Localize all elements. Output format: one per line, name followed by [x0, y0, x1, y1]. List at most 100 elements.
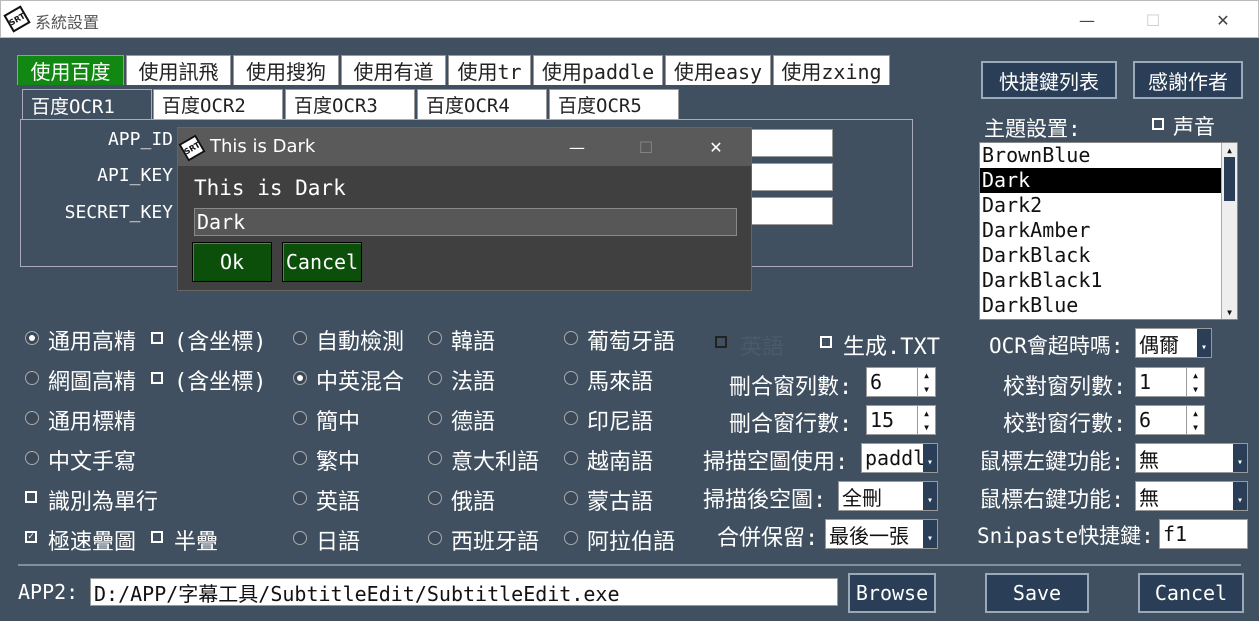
minimize-button[interactable]: — — [1064, 1, 1110, 39]
after-blank-label: 掃描後空圖: — [703, 488, 827, 513]
snipaste-input[interactable]: f1 — [1159, 519, 1248, 549]
radio-lang-korean[interactable] — [428, 331, 442, 345]
app2-label: APP2: — [18, 580, 79, 604]
api-key-label: API_KEY — [97, 165, 173, 186]
mouse-left-dropdown[interactable]: 無 ▾ — [1135, 443, 1248, 473]
theme-item-selected[interactable]: Dark — [980, 168, 1237, 193]
tab-sogou[interactable]: 使用搜狗 — [233, 55, 339, 85]
spin-up-icon[interactable]: ▲ — [1187, 406, 1204, 420]
proof-rows-spinner[interactable]: 6 ▲ ▼ — [1135, 405, 1205, 435]
del-cols-spinner[interactable]: 6 ▲ ▼ — [866, 367, 936, 397]
tab-baidu-ocr4[interactable]: 百度OCR4 — [417, 89, 547, 119]
with-coords-checkbox-2[interactable] — [151, 372, 163, 384]
english-checkbox[interactable] — [715, 336, 727, 348]
theme-scrollbar[interactable]: ▲ ▼ — [1221, 143, 1237, 319]
scan-blank-dropdown[interactable]: paddle ▾ — [861, 443, 938, 473]
radio-lang-simplified[interactable] — [293, 411, 307, 425]
browse-button[interactable]: Browse — [848, 573, 936, 613]
dialog-close-button[interactable]: ✕ — [693, 128, 739, 166]
scroll-up-icon[interactable]: ▲ — [1222, 143, 1237, 157]
sound-checkbox[interactable] — [1152, 118, 1164, 130]
tab-baidu-ocr5[interactable]: 百度OCR5 — [549, 89, 679, 119]
general-accurate-label: 通用高精 — [48, 330, 137, 355]
radio-lang-english[interactable] — [293, 491, 307, 505]
spin-down-icon[interactable]: ▼ — [918, 382, 935, 396]
thank-author-button[interactable]: 感謝作者 — [1133, 61, 1243, 99]
spin-down-icon[interactable]: ▼ — [1187, 382, 1204, 396]
spin-down-icon[interactable]: ▼ — [1187, 420, 1204, 434]
tab-baidu-ocr2[interactable]: 百度OCR2 — [153, 89, 283, 119]
radio-lang-malay[interactable] — [564, 371, 578, 385]
dialog-maximize-button[interactable]: ☐ — [623, 128, 669, 166]
tab-paddle[interactable]: 使用paddle — [533, 55, 663, 85]
theme-item[interactable]: DarkBlue — [980, 293, 1237, 318]
del-rows-label: 刪合窗行數: — [729, 412, 853, 437]
tab-baidu-ocr3[interactable]: 百度OCR3 — [285, 89, 415, 119]
spin-up-icon[interactable]: ▲ — [1187, 368, 1204, 382]
theme-item[interactable]: DarkAmber — [980, 218, 1237, 243]
tab-easy[interactable]: 使用easy — [665, 55, 771, 85]
close-button[interactable]: ✕ — [1200, 1, 1246, 39]
dialog-ok-button[interactable]: Ok — [192, 242, 272, 282]
dialog-minimize-button[interactable]: — — [554, 128, 600, 166]
del-rows-spinner[interactable]: 15 ▲ ▼ — [866, 405, 936, 435]
dialog-input[interactable]: Dark — [194, 208, 737, 236]
spin-up-icon[interactable]: ▲ — [918, 406, 935, 420]
cancel-button[interactable]: Cancel — [1138, 573, 1244, 613]
gen-txt-label: 生成.TXT — [843, 335, 940, 360]
radio-lang-japanese[interactable] — [293, 531, 307, 545]
half-stack-checkbox[interactable] — [151, 531, 163, 543]
radio-lang-spanish[interactable] — [428, 531, 442, 545]
after-blank-dropdown[interactable]: 全刪 ▾ — [838, 481, 938, 511]
merge-keep-dropdown[interactable]: 最後一張 ▾ — [825, 519, 938, 549]
gen-txt-checkbox[interactable] — [820, 336, 832, 348]
radio-lang-portuguese[interactable] — [564, 331, 578, 345]
radio-lang-italian[interactable] — [428, 451, 442, 465]
radio-lang-french[interactable] — [428, 371, 442, 385]
radio-lang-german[interactable] — [428, 411, 442, 425]
with-coords-checkbox[interactable] — [151, 332, 163, 344]
radio-lang-vietnamese[interactable] — [564, 451, 578, 465]
lang-french-label: 法語 — [451, 370, 496, 395]
radio-lang-indonesian[interactable] — [564, 411, 578, 425]
maximize-button[interactable]: ☐ — [1130, 1, 1176, 39]
theme-item[interactable]: DarkBlack1 — [980, 268, 1237, 293]
mouse-right-dropdown[interactable]: 無 ▾ — [1135, 481, 1248, 511]
mouse-right-label: 鼠標右鍵功能: — [979, 488, 1125, 513]
tab-baidu[interactable]: 使用百度 — [17, 55, 124, 85]
radio-web-image[interactable] — [25, 371, 39, 385]
timeout-label: OCR會超時嗎: — [989, 334, 1124, 358]
single-line-checkbox[interactable] — [25, 491, 37, 503]
spin-up-icon[interactable]: ▲ — [918, 368, 935, 382]
chinese-handwriting-label: 中文手寫 — [48, 450, 137, 475]
scroll-thumb[interactable] — [1224, 157, 1235, 201]
radio-general-standard[interactable] — [25, 411, 39, 425]
scroll-down-icon[interactable]: ▼ — [1222, 305, 1237, 319]
theme-listbox[interactable]: BrownBlue Dark Dark2 DarkAmber DarkBlack… — [979, 142, 1238, 320]
radio-chinese-handwriting[interactable] — [25, 451, 39, 465]
tab-baidu-ocr1[interactable]: 百度OCR1 — [22, 89, 152, 120]
tab-zxing[interactable]: 使用zxing — [773, 55, 890, 85]
theme-item[interactable]: DarkBlack — [980, 243, 1237, 268]
tab-tr[interactable]: 使用tr — [448, 55, 531, 85]
theme-item[interactable]: Dark2 — [980, 193, 1237, 218]
lang-zh-en-label: 中英混合 — [316, 370, 405, 395]
fast-stack-checkbox[interactable]: ✓ — [25, 531, 37, 543]
proof-cols-spinner[interactable]: 1 ▲ ▼ — [1135, 367, 1205, 397]
radio-lang-arabic[interactable] — [564, 531, 578, 545]
radio-lang-zh-en[interactable] — [293, 371, 307, 385]
radio-lang-auto[interactable] — [293, 331, 307, 345]
radio-lang-traditional[interactable] — [293, 451, 307, 465]
spin-down-icon[interactable]: ▼ — [918, 420, 935, 434]
tab-xunfei[interactable]: 使用訊飛 — [126, 55, 231, 85]
timeout-dropdown[interactable]: 偶爾 ▾ — [1135, 328, 1212, 358]
radio-general-accurate[interactable] — [25, 331, 39, 345]
save-button[interactable]: Save — [985, 573, 1089, 613]
tab-youdao[interactable]: 使用有道 — [341, 55, 446, 85]
app2-path-input[interactable]: D:/APP/字幕工具/SubtitleEdit/SubtitleEdit.ex… — [90, 578, 838, 606]
theme-item[interactable]: BrownBlue — [980, 143, 1237, 168]
shortcut-list-button[interactable]: 快捷鍵列表 — [981, 61, 1117, 99]
dialog-cancel-button[interactable]: Cancel — [282, 242, 362, 282]
radio-lang-mongolian[interactable] — [564, 491, 578, 505]
radio-lang-russian[interactable] — [428, 491, 442, 505]
